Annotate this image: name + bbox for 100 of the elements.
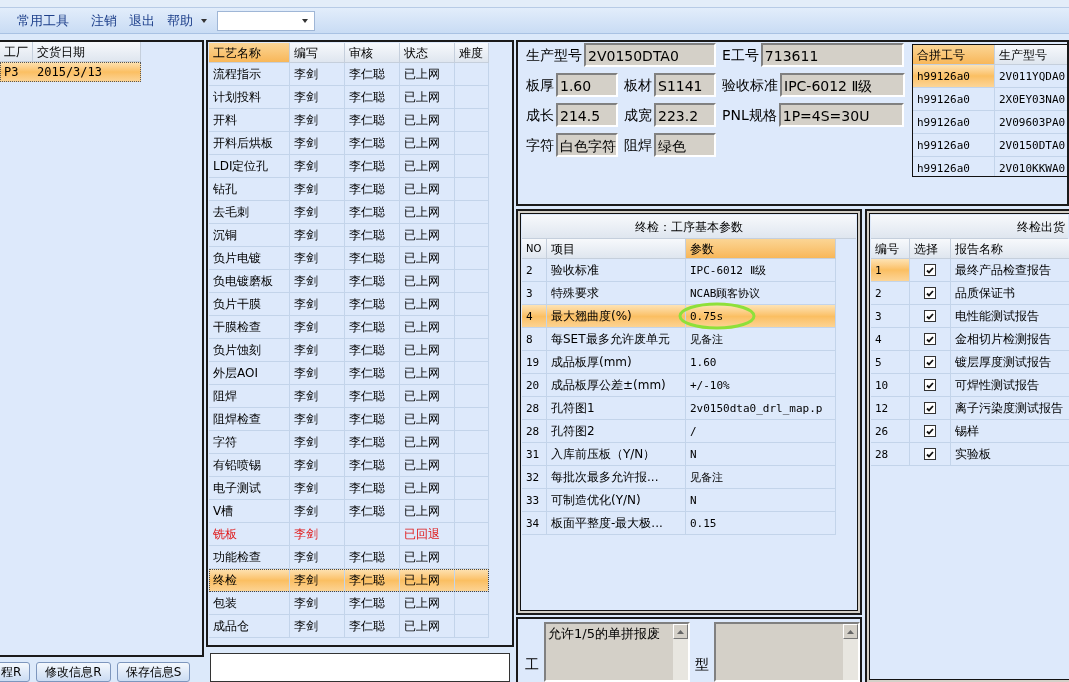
table-row[interactable]: 铣板 李剑 已回退 [209, 523, 489, 546]
table-row[interactable]: 19 成品板厚(mm) 1.60 [522, 351, 836, 374]
column-header[interactable]: 生产型号 [995, 45, 1067, 65]
menu-item[interactable]: 帮助 [167, 10, 193, 31]
column-header[interactable]: 合拼工号 [913, 45, 995, 65]
checkbox[interactable] [924, 287, 936, 299]
column-header[interactable]: 工厂 [0, 42, 33, 62]
table-cell[interactable]: 3 [871, 305, 910, 328]
input-field[interactable]: 1.60 [556, 73, 618, 97]
table-row[interactable]: 成品仓 李剑 李仁聪 已上网 [209, 615, 489, 638]
input-field[interactable]: IPC-6012 Ⅱ级 [780, 73, 905, 97]
table-row[interactable]: 4 最大翘曲度(%) 0.75s [522, 305, 836, 328]
button[interactable]: 修改信息R [36, 662, 111, 682]
column-header[interactable]: 参数 [686, 239, 836, 259]
table-row[interactable]: 终检 李剑 李仁聪 已上网 [209, 569, 489, 592]
table-row[interactable]: 负片蚀刻 李剑 李仁聪 已上网 [209, 339, 489, 362]
input-field[interactable]: 223.2 [654, 103, 716, 127]
input-field[interactable]: 白色字符 [556, 133, 618, 157]
table-cell[interactable]: 5 [871, 351, 910, 374]
table-row[interactable]: 34 板面平整度-最大极... 0.15 [522, 512, 836, 535]
input-field[interactable]: 214.5 [556, 103, 618, 127]
input-field[interactable]: S1141 [654, 73, 716, 97]
button[interactable]: 保存信息S [116, 662, 191, 682]
table-row[interactable]: 31 入库前压板（Y/N） N [522, 443, 836, 466]
table-row[interactable]: 28 孔符图2 / [522, 420, 836, 443]
table-cell[interactable]: 10 [871, 374, 910, 397]
input-field[interactable]: 1P=4S=30U [778, 103, 904, 127]
checkbox[interactable] [924, 448, 936, 460]
table-cell[interactable]: 2X0EY03NA0 [995, 88, 1067, 111]
dropdown-field[interactable] [217, 10, 315, 31]
text-area[interactable] [714, 622, 860, 682]
column-header[interactable]: 选择 [910, 239, 951, 259]
table-row[interactable]: 负片电镀 李剑 李仁聪 已上网 [209, 247, 489, 270]
column-header[interactable]: 编写 [290, 43, 345, 63]
scrollbar[interactable] [673, 624, 688, 680]
input-field[interactable]: 绿色 [654, 133, 716, 157]
table-cell[interactable]: 4 [871, 328, 910, 351]
table-row[interactable]: 流程指示 李剑 李仁聪 已上网 [209, 63, 489, 86]
table-row[interactable]: 字符 李剑 李仁聪 已上网 [209, 431, 489, 454]
table-row[interactable]: 钻孔 李剑 李仁聪 已上网 [209, 178, 489, 201]
scroll-up-button[interactable] [843, 624, 858, 639]
table-cell[interactable]: 26 [871, 420, 910, 443]
table-row[interactable]: V槽 李剑 李仁聪 已上网 [209, 500, 489, 523]
table-row[interactable]: 有铅喷锡 李剑 李仁聪 已上网 [209, 454, 489, 477]
table-row[interactable]: 2 验收标准 IPC-6012 Ⅱ级 [522, 259, 836, 282]
caret-icon[interactable] [302, 18, 308, 23]
table-row[interactable]: 开料 李剑 李仁聪 已上网 [209, 109, 489, 132]
menu-item[interactable]: 退出 [129, 10, 155, 31]
column-header[interactable]: 审核 [345, 43, 400, 63]
input-field[interactable]: 2V0150DTA0 [584, 43, 716, 67]
table-row[interactable]: 32 每批次最多允许报... 见备注 [522, 466, 836, 489]
text-field[interactable] [210, 652, 510, 682]
table-row[interactable]: 开料后烘板 李剑 李仁聪 已上网 [209, 132, 489, 155]
column-header[interactable]: 项目 [547, 239, 686, 259]
text-area[interactable]: 允许1/5的单拼报废 [544, 622, 690, 682]
table-row[interactable]: P3 2015/3/13 [0, 62, 141, 82]
menu-item[interactable]: 常用工具 [17, 10, 69, 31]
table-row[interactable]: 33 可制造优化(Y/N) N [522, 489, 836, 512]
table-row[interactable]: 20 成品板厚公差±(mm) +/-10% [522, 374, 836, 397]
table-cell[interactable]: 12 [871, 397, 910, 420]
column-header[interactable]: NO [522, 239, 547, 259]
table-row[interactable]: 包装 李剑 李仁聪 已上网 [209, 592, 489, 615]
table-cell[interactable]: 2V09603PA0 [995, 111, 1067, 134]
table-row[interactable]: 干膜检查 李剑 李仁聪 已上网 [209, 316, 489, 339]
scrollbar[interactable] [843, 624, 858, 680]
table-cell[interactable]: 2V011YQDA0 [995, 65, 1067, 88]
checkbox[interactable] [924, 356, 936, 368]
table-row[interactable]: 8 每SET最多允许废单元 见备注 [522, 328, 836, 351]
table-row[interactable]: 外层AOI 李剑 李仁聪 已上网 [209, 362, 489, 385]
table-row[interactable]: 负片干膜 李剑 李仁聪 已上网 [209, 293, 489, 316]
table-row[interactable]: 28 孔符图1 2v0150dta0_drl_map.p [522, 397, 836, 420]
checkbox[interactable] [924, 402, 936, 414]
column-header[interactable]: 交货日期 [33, 42, 141, 62]
checkbox[interactable] [924, 379, 936, 391]
table-cell[interactable]: 2V010KKWA0 [995, 157, 1067, 176]
table-row[interactable]: 负电镀磨板 李剑 李仁聪 已上网 [209, 270, 489, 293]
table-row[interactable]: 去毛刺 李剑 李仁聪 已上网 [209, 201, 489, 224]
table-cell[interactable]: 2 [871, 282, 910, 305]
table-cell[interactable]: h99126a0 [913, 134, 995, 157]
checkbox[interactable] [924, 333, 936, 345]
table-cell[interactable]: h99126a0 [913, 111, 995, 134]
table-cell[interactable]: 28 [871, 443, 910, 466]
scroll-up-button[interactable] [673, 624, 688, 639]
table-row[interactable]: LDI定位孔 李剑 李仁聪 已上网 [209, 155, 489, 178]
table-cell[interactable]: 1 [871, 259, 910, 282]
table-cell[interactable]: h99126a0 [913, 157, 995, 176]
checkbox[interactable] [924, 310, 936, 322]
table-row[interactable]: 沉铜 李剑 李仁聪 已上网 [209, 224, 489, 247]
button[interactable]: 程R [0, 662, 31, 682]
column-header[interactable]: 工艺名称 [209, 43, 290, 63]
checkbox[interactable] [924, 425, 936, 437]
menu-item[interactable]: 注销 [91, 10, 117, 31]
checkbox[interactable] [924, 264, 936, 276]
table-row[interactable]: 阻焊检查 李剑 李仁聪 已上网 [209, 408, 489, 431]
caret-icon[interactable] [201, 18, 207, 23]
column-header[interactable]: 难度 [455, 43, 489, 63]
column-header[interactable]: 状态 [400, 43, 455, 63]
table-row[interactable]: 计划投料 李剑 李仁聪 已上网 [209, 86, 489, 109]
table-row[interactable]: 阻焊 李剑 李仁聪 已上网 [209, 385, 489, 408]
table-cell[interactable]: h99126a0 [913, 88, 995, 111]
